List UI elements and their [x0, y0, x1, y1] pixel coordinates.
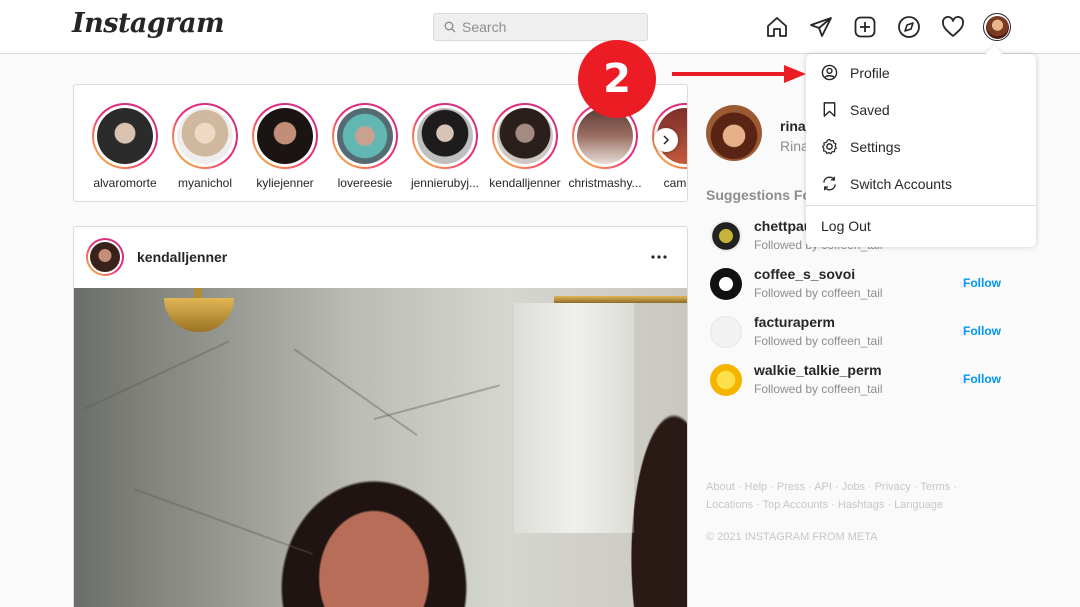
- suggestion-username[interactable]: coffee_s_sovoi: [754, 266, 855, 282]
- story-username: kyliejenner: [256, 176, 314, 190]
- suggestion-row: facturaperm Followed by coffeen_tail Fol…: [706, 314, 1006, 354]
- search-input[interactable]: [462, 19, 632, 35]
- profile-dropdown-menu: Profile Saved Settings Switch Accounts L…: [806, 54, 1036, 247]
- switch-accounts-icon: [823, 176, 836, 191]
- stories-next-button[interactable]: [654, 128, 678, 152]
- story-item[interactable]: alvaromorte: [85, 103, 165, 190]
- instagram-logo[interactable]: Instagram: [72, 8, 225, 39]
- avatar: [985, 15, 1009, 39]
- activity-heart-icon[interactable]: [940, 14, 966, 40]
- story-username: cambria: [663, 176, 687, 190]
- story-item[interactable]: myanichol: [165, 103, 245, 190]
- menu-item-label: Profile: [850, 64, 890, 81]
- suggestion-subtitle: Followed by coffeen_tail: [754, 334, 883, 348]
- story-username: lovereesie: [337, 176, 393, 190]
- feed-post: kendalljenner: [73, 226, 688, 607]
- profile-icon: [821, 64, 838, 81]
- suggestion-row: coffee_s_sovoi Followed by coffeen_tail …: [706, 266, 1006, 306]
- menu-item-label: Saved: [850, 101, 890, 118]
- menu-item-switch-accounts[interactable]: Switch Accounts: [806, 165, 1036, 202]
- direct-message-icon[interactable]: [808, 14, 834, 40]
- suggestion-avatar[interactable]: [710, 268, 742, 300]
- current-user-fullname: Rina: [780, 138, 809, 154]
- suggestion-avatar[interactable]: [710, 316, 742, 348]
- suggestion-username[interactable]: walkie_talkie_perm: [754, 362, 882, 378]
- footer-copyright: © 2021 INSTAGRAM FROM META: [706, 531, 878, 543]
- suggestion-subtitle: Followed by coffeen_tail: [754, 286, 883, 300]
- menu-item-log-out[interactable]: Log Out: [806, 207, 1036, 244]
- search-box[interactable]: [433, 13, 648, 41]
- profile-avatar-button[interactable]: [983, 13, 1011, 41]
- post-author-avatar[interactable]: [86, 238, 124, 276]
- story-username: christmashy...: [568, 176, 642, 190]
- menu-item-label: Switch Accounts: [850, 175, 952, 192]
- story-item[interactable]: jennierubyj...: [405, 103, 485, 190]
- home-icon[interactable]: [764, 14, 790, 40]
- gear-icon: [821, 138, 838, 155]
- suggestion-username[interactable]: chettpau: [754, 218, 812, 234]
- suggestion-row: walkie_talkie_perm Followed by coffeen_t…: [706, 362, 1006, 402]
- suggestion-avatar[interactable]: [710, 220, 742, 252]
- current-user-avatar[interactable]: [706, 105, 762, 161]
- post-photo[interactable]: [74, 288, 687, 607]
- menu-item-profile[interactable]: Profile: [806, 54, 1036, 91]
- search-icon: [444, 21, 456, 33]
- footer-links[interactable]: About · Help · Press · API · Jobs · Priv…: [706, 478, 1006, 514]
- follow-button[interactable]: Follow: [963, 276, 1001, 290]
- story-username: kendalljenner: [489, 176, 561, 190]
- step-number-badge: 2: [578, 40, 656, 118]
- suggestion-subtitle: Followed by coffeen_tail: [754, 382, 883, 396]
- suggestion-avatar[interactable]: [710, 364, 742, 396]
- menu-item-label: Settings: [850, 138, 901, 155]
- chevron-right-icon: [663, 135, 670, 145]
- story-item[interactable]: kendalljenner: [485, 103, 565, 190]
- follow-button[interactable]: Follow: [963, 324, 1001, 338]
- story-item[interactable]: kyliejenner: [245, 103, 325, 190]
- story-username: jennierubyj...: [410, 176, 480, 190]
- suggestion-username[interactable]: facturaperm: [754, 314, 835, 330]
- bookmark-icon: [823, 102, 836, 117]
- post-header: kendalljenner: [74, 227, 687, 288]
- post-author-username[interactable]: kendalljenner: [137, 249, 227, 265]
- top-navigation-bar: Instagram: [0, 0, 1080, 54]
- menu-item-saved[interactable]: Saved: [806, 91, 1036, 128]
- menu-item-label: Log Out: [821, 217, 871, 234]
- story-item[interactable]: lovereesie: [325, 103, 405, 190]
- curtain-rod-graphic: [554, 296, 687, 303]
- follow-button[interactable]: Follow: [963, 372, 1001, 386]
- shower-head-graphic: [164, 298, 234, 332]
- more-options-icon[interactable]: [647, 247, 671, 267]
- explore-icon[interactable]: [896, 14, 922, 40]
- pointer-arrow-icon: [672, 65, 806, 83]
- story-username: alvaromorte: [93, 176, 157, 190]
- story-username: myanichol: [177, 176, 233, 190]
- new-post-icon[interactable]: [852, 14, 878, 40]
- menu-divider: [806, 205, 1036, 206]
- suggestions-title: Suggestions For: [706, 187, 817, 203]
- menu-item-settings[interactable]: Settings: [806, 128, 1036, 165]
